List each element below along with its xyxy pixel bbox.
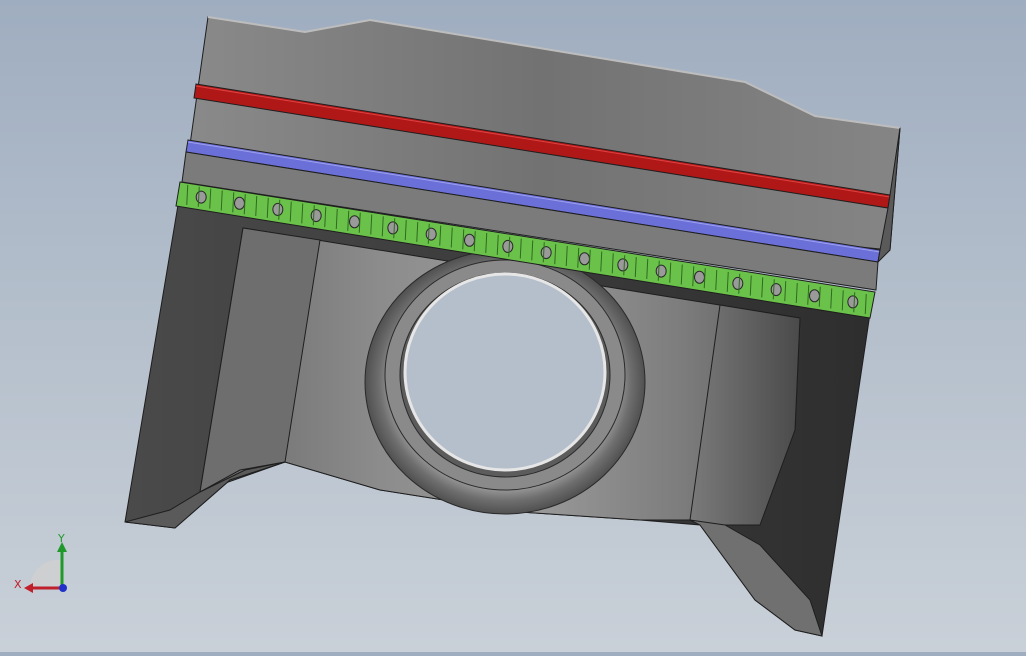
oil-drain-hole xyxy=(387,221,399,235)
oil-drain-hole xyxy=(655,264,667,278)
oil-drain-hole xyxy=(809,289,820,303)
y-axis-label: Y xyxy=(57,532,65,545)
oil-drain-hole xyxy=(770,283,782,297)
oil-drain-hole xyxy=(464,233,475,247)
oil-drain-hole xyxy=(579,252,590,266)
orientation-triad: Y X xyxy=(10,530,80,600)
piston-model[interactable] xyxy=(0,0,1026,652)
oil-drain-hole xyxy=(540,246,552,260)
oil-drain-hole xyxy=(195,190,207,204)
x-axis-label: X xyxy=(14,578,22,591)
oil-drain-hole xyxy=(502,239,514,253)
oil-drain-hole xyxy=(425,227,437,241)
oil-drain-hole xyxy=(272,202,284,216)
oil-drain-hole xyxy=(732,276,744,290)
pin-bore xyxy=(403,272,607,472)
graphics-viewport[interactable] xyxy=(0,0,1026,652)
z-axis-dot xyxy=(59,584,67,592)
oil-drain-hole xyxy=(234,196,245,210)
oil-drain-hole xyxy=(310,209,322,223)
oil-drain-hole xyxy=(694,270,705,284)
oil-drain-hole xyxy=(617,258,629,272)
oil-drain-hole xyxy=(349,215,360,229)
oil-drain-hole xyxy=(847,295,859,309)
